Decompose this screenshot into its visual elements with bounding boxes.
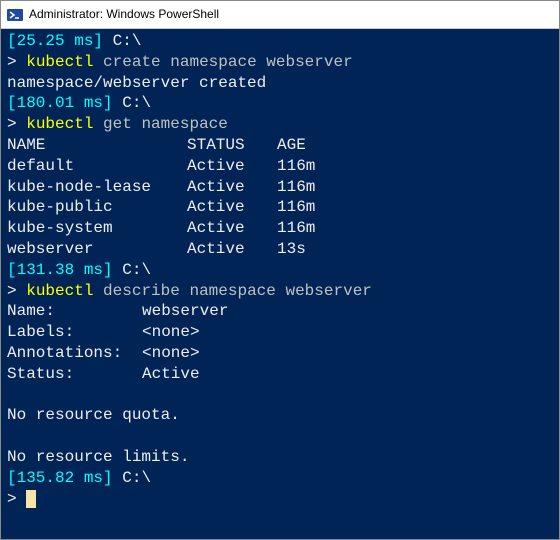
output: No resource quota. [7, 405, 553, 426]
table-header: NAMESTATUSAGE [7, 135, 553, 156]
path: C:\ [122, 94, 151, 112]
command: kubectl [26, 115, 93, 133]
prompt-caret: > [7, 490, 17, 508]
powershell-icon [7, 7, 23, 23]
table-row: defaultActive116m [7, 156, 553, 177]
cursor [26, 490, 36, 508]
table-row: kube-systemActive116m [7, 218, 553, 239]
terminal-area[interactable]: [25.25 ms] C:\ > kubectl create namespace… [1, 29, 559, 539]
output: namespace/webserver created [7, 73, 553, 94]
window-title: Administrator: Windows PowerShell [29, 7, 219, 23]
output: No resource limits. [7, 447, 553, 468]
table-row: kube-publicActive116m [7, 197, 553, 218]
timing: [131.38 ms] [7, 261, 113, 279]
timing: [180.01 ms] [7, 94, 113, 112]
describe-row: Status:Active [7, 364, 553, 385]
titlebar[interactable]: Administrator: Windows PowerShell [1, 1, 559, 29]
timing: [135.82 ms] [7, 469, 113, 487]
path: C:\ [122, 261, 151, 279]
prompt-caret: > [7, 282, 17, 300]
command-args: get namespace [103, 115, 228, 133]
table-row: kube-node-leaseActive116m [7, 177, 553, 198]
prompt-caret: > [7, 115, 17, 133]
command-args: describe namespace webserver [103, 282, 372, 300]
command-args: create namespace webserver [103, 53, 353, 71]
powershell-window: Administrator: Windows PowerShell [25.25… [0, 0, 560, 540]
describe-row: Annotations:<none> [7, 343, 553, 364]
path: C:\ [122, 469, 151, 487]
command: kubectl [26, 53, 93, 71]
path: C:\ [113, 32, 142, 50]
prompt-caret: > [7, 53, 17, 71]
command: kubectl [26, 282, 93, 300]
describe-row: Name:webserver [7, 301, 553, 322]
timing: [25.25 ms] [7, 32, 103, 50]
describe-row: Labels:<none> [7, 322, 553, 343]
table-row: webserverActive13s [7, 239, 553, 260]
